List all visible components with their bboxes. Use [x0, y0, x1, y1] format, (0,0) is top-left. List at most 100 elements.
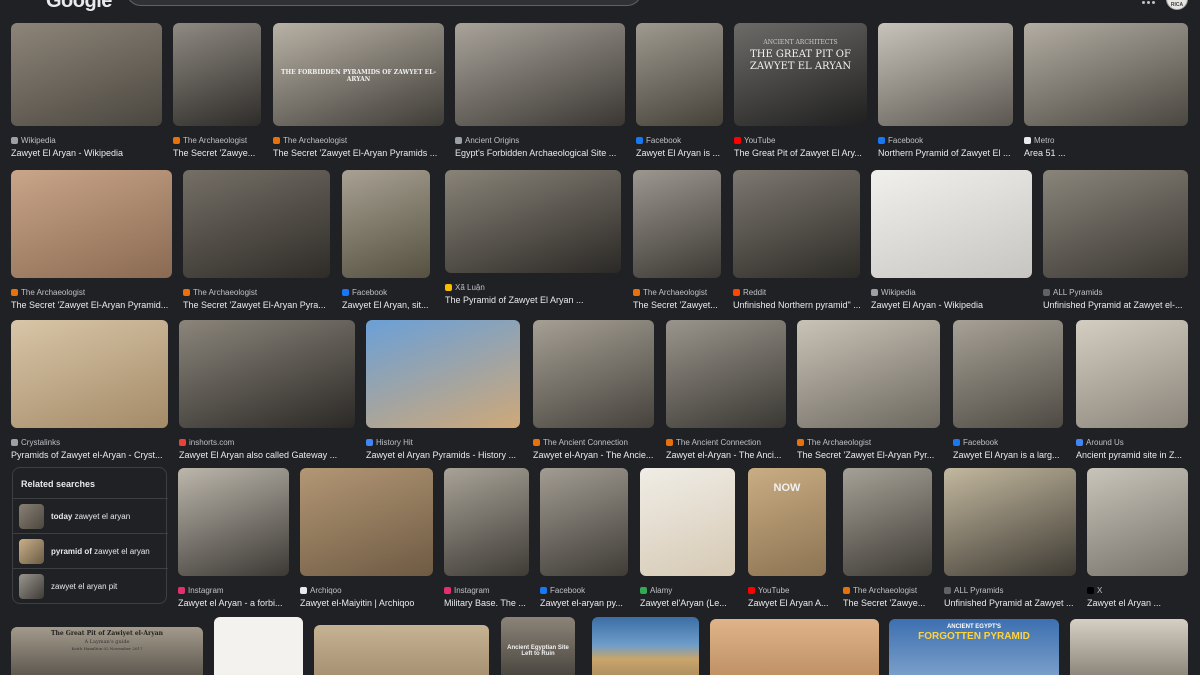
- image-result-thumbnail[interactable]: [455, 23, 625, 126]
- image-result-thumbnail[interactable]: [1024, 23, 1188, 126]
- related-search-item[interactable]: pyramid of zawyet el aryan: [17, 535, 163, 565]
- result-source[interactable]: The Archaeologist: [843, 586, 917, 595]
- result-source[interactable]: Facebook: [878, 136, 923, 145]
- result-title[interactable]: The Secret 'Zawyet El-Aryan Pyramid...: [11, 300, 168, 310]
- image-result-thumbnail[interactable]: [953, 320, 1063, 428]
- result-source[interactable]: Alamy: [640, 586, 672, 595]
- image-result-thumbnail[interactable]: [300, 468, 433, 576]
- image-result-thumbnail[interactable]: [1043, 170, 1188, 278]
- result-title[interactable]: The Secret 'Zawye...: [173, 148, 255, 158]
- related-search-item[interactable]: zawyet el aryan pit: [17, 570, 163, 600]
- result-title[interactable]: Zawyet el'Aryan (Le...: [640, 598, 727, 608]
- image-result-thumbnail[interactable]: [633, 170, 721, 278]
- result-source[interactable]: Archiqoo: [300, 586, 342, 595]
- result-title[interactable]: Area 51 ...: [1024, 148, 1066, 158]
- image-result-thumbnail[interactable]: [178, 468, 289, 576]
- result-title[interactable]: Zawyet el Aryan Pyramids - History ...: [366, 450, 516, 460]
- image-result-thumbnail[interactable]: [179, 320, 355, 428]
- image-result-thumbnail[interactable]: [11, 320, 168, 428]
- result-title[interactable]: Zawyet el-aryan py...: [540, 598, 623, 608]
- google-logo[interactable]: Google: [46, 0, 112, 13]
- result-source[interactable]: The Ancient Connection: [666, 438, 761, 447]
- result-title[interactable]: Zawyet El Aryan - Wikipedia: [11, 148, 123, 158]
- result-title[interactable]: Zawyet el-Maiyitin | Archiqoo: [300, 598, 414, 608]
- result-source[interactable]: ALL Pyramids: [944, 586, 1004, 595]
- result-title[interactable]: Zawyet el Aryan - a forbi...: [178, 598, 283, 608]
- result-title[interactable]: Unfinished Pyramid at Zawyet ...: [944, 598, 1074, 608]
- image-result-thumbnail[interactable]: [314, 625, 489, 675]
- result-title[interactable]: Zawyet El Aryan is ...: [636, 148, 720, 158]
- result-title[interactable]: The Secret 'Zawyet El-Aryan Pyra...: [183, 300, 326, 310]
- result-source[interactable]: Instagram: [178, 586, 224, 595]
- result-title[interactable]: Zawyet el-Aryan - The Ancie...: [533, 450, 653, 460]
- result-source[interactable]: Instagram: [444, 586, 490, 595]
- result-title[interactable]: Zawyet El Aryan is a larg...: [953, 450, 1060, 460]
- result-source[interactable]: Wikipedia: [871, 288, 916, 297]
- result-source[interactable]: The Archaeologist: [797, 438, 871, 447]
- result-source[interactable]: X: [1087, 586, 1102, 595]
- result-source[interactable]: Facebook: [540, 586, 585, 595]
- result-title[interactable]: Northern Pyramid of Zawyet El ...: [878, 148, 1011, 158]
- image-result-thumbnail[interactable]: Ancient Egyptian Site Left to Ruin: [501, 617, 575, 675]
- result-source[interactable]: The Archaeologist: [173, 136, 247, 145]
- result-title[interactable]: Military Base. The ...: [444, 598, 526, 608]
- image-result-thumbnail[interactable]: [342, 170, 430, 278]
- result-title[interactable]: Ancient pyramid site in Z...: [1076, 450, 1182, 460]
- image-result-thumbnail[interactable]: [592, 617, 699, 675]
- result-title[interactable]: Egypt's Forbidden Archaeological Site ..…: [455, 148, 616, 158]
- image-result-thumbnail[interactable]: [944, 468, 1076, 576]
- result-title[interactable]: The Pyramid of Zawyet El Aryan ...: [445, 295, 584, 305]
- result-title[interactable]: The Secret 'Zawyet El-Aryan Pyr...: [797, 450, 934, 460]
- image-result-thumbnail[interactable]: [1076, 320, 1188, 428]
- image-result-thumbnail[interactable]: [11, 170, 172, 278]
- result-source[interactable]: YouTube: [748, 586, 789, 595]
- related-search-item[interactable]: today zawyet el aryan: [17, 500, 163, 530]
- result-source[interactable]: The Archaeologist: [633, 288, 707, 297]
- result-title[interactable]: Unfinished Pyramid at Zawyet el-...: [1043, 300, 1183, 310]
- result-source[interactable]: ALL Pyramids: [1043, 288, 1103, 297]
- image-result-thumbnail[interactable]: [366, 320, 520, 428]
- image-result-thumbnail[interactable]: [640, 468, 735, 576]
- result-title[interactable]: Zawyet El Aryan also called Gateway ...: [179, 450, 337, 460]
- result-title[interactable]: Zawyet el Aryan ...: [1087, 598, 1161, 608]
- image-result-thumbnail[interactable]: [843, 468, 932, 576]
- image-result-thumbnail[interactable]: [878, 23, 1013, 126]
- result-source[interactable]: Metro: [1024, 136, 1054, 145]
- image-result-thumbnail[interactable]: [710, 619, 879, 675]
- result-title[interactable]: Zawyet el-Aryan - The Anci...: [666, 450, 781, 460]
- result-source[interactable]: Wikipedia: [11, 136, 56, 145]
- result-source[interactable]: inshorts.com: [179, 438, 234, 447]
- apps-grid-icon[interactable]: [1142, 0, 1156, 8]
- result-source[interactable]: Around Us: [1076, 438, 1124, 447]
- image-result-thumbnail[interactable]: [1070, 619, 1188, 675]
- result-source[interactable]: Reddit: [733, 288, 766, 297]
- result-source[interactable]: Ancient Origins: [455, 136, 519, 145]
- image-result-thumbnail[interactable]: [214, 617, 303, 675]
- image-result-thumbnail[interactable]: [445, 170, 621, 273]
- image-result-thumbnail[interactable]: NOW: [748, 468, 826, 576]
- image-result-thumbnail[interactable]: THE FORBIDDEN PYRAMIDS OF ZAWYET EL-ARYA…: [273, 23, 444, 126]
- result-title[interactable]: Zawyet El Aryan, sit...: [342, 300, 429, 310]
- image-result-thumbnail[interactable]: [11, 23, 162, 126]
- image-result-thumbnail[interactable]: [733, 170, 860, 278]
- result-source[interactable]: Crystalinks: [11, 438, 60, 447]
- image-result-thumbnail[interactable]: [797, 320, 940, 428]
- search-input[interactable]: [126, 0, 642, 6]
- result-source[interactable]: YouTube: [734, 136, 775, 145]
- result-source[interactable]: The Archaeologist: [273, 136, 347, 145]
- result-title[interactable]: The Secret 'Zawye...: [843, 598, 925, 608]
- result-source[interactable]: The Ancient Connection: [533, 438, 628, 447]
- result-title[interactable]: Zawyet El Aryan A...: [748, 598, 829, 608]
- result-title[interactable]: The Great Pit of Zawyet El Ary...: [734, 148, 862, 158]
- result-source[interactable]: Facebook: [636, 136, 681, 145]
- image-result-thumbnail[interactable]: [871, 170, 1032, 278]
- result-title[interactable]: Unfinished Northern pyramid" ...: [733, 300, 860, 310]
- result-title[interactable]: Zawyet El Aryan - Wikipedia: [871, 300, 983, 310]
- image-result-thumbnail[interactable]: ANCIENT EGYPT'S FORGOTTEN PYRAMID: [889, 619, 1059, 675]
- result-source[interactable]: The Archaeologist: [183, 288, 257, 297]
- result-source[interactable]: Xã Luận: [445, 283, 485, 292]
- image-result-thumbnail[interactable]: [666, 320, 786, 428]
- image-result-thumbnail[interactable]: [1087, 468, 1188, 576]
- result-source[interactable]: The Archaeologist: [11, 288, 85, 297]
- result-source[interactable]: History Hit: [366, 438, 413, 447]
